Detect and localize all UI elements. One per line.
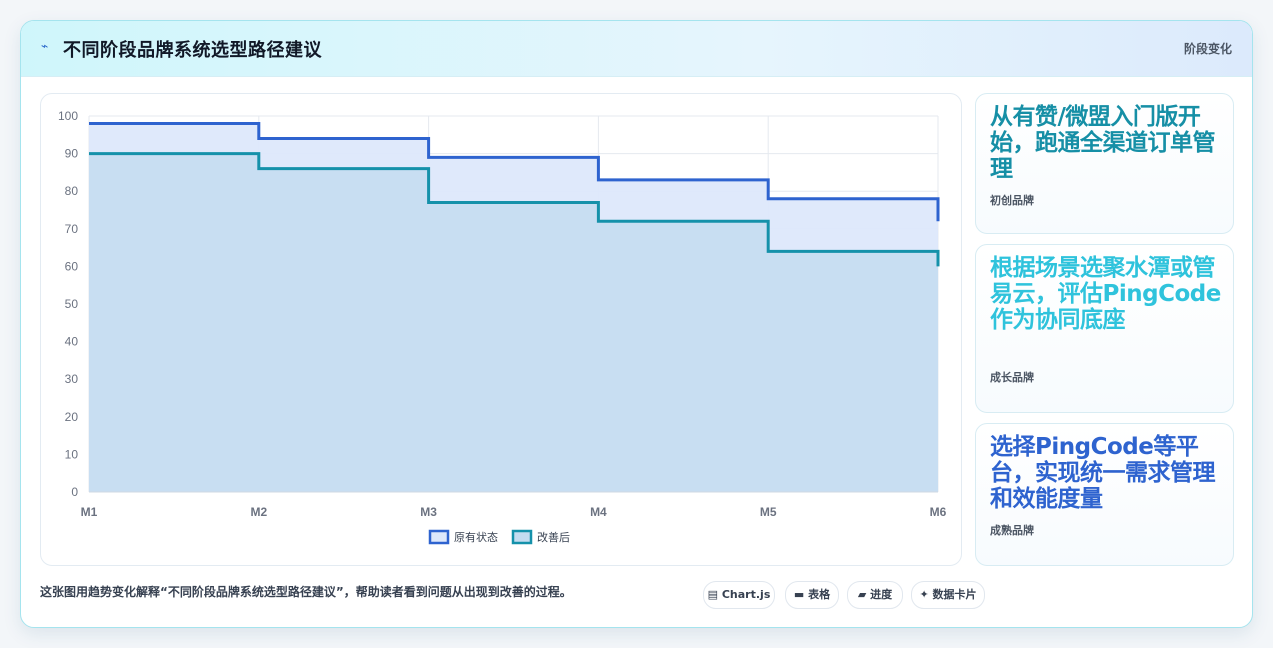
x-tick-label: M2 bbox=[250, 505, 267, 519]
pill-label: 进度 bbox=[870, 588, 893, 601]
pill-label: Chart.js bbox=[721, 588, 771, 601]
stage-card-mature: 选择PingCode等平台，实现统一需求管理和效能度量 成熟品牌 bbox=[975, 423, 1234, 566]
legend-label: 改善后 bbox=[537, 530, 570, 544]
y-tick-label: 10 bbox=[65, 447, 79, 461]
stage-card-startup: 从有赞/微盟入门版开始，跑通全渠道订单管理 初创品牌 bbox=[975, 93, 1234, 234]
progress-icon: ▰ bbox=[857, 588, 867, 601]
y-tick-label: 60 bbox=[65, 259, 79, 273]
step-line-chart: 0 10 20 30 40 50 60 70 80 90 100 M1 M2 M3 M4 M5 M6 原有状态 改善… bbox=[58, 109, 947, 545]
card-header: ⌁ 不同阶段品牌系统选型路径建议 阶段变化 bbox=[21, 21, 1252, 77]
chart-description: 这张图用趋势变化解释“不同阶段品牌系统选型路径建议”，帮助读者看到问题从出现到改… bbox=[40, 585, 572, 599]
pill-label: 数据卡片 bbox=[932, 588, 977, 601]
stage-card-title: 根据场景选聚水潭或管易云，评估PingCode作为协同底座 bbox=[990, 255, 1221, 333]
pill-data-card[interactable]: ✦ 数据卡片 bbox=[911, 581, 985, 609]
stage-card-subtitle: 成熟品牌 bbox=[990, 524, 1034, 537]
legend-swatch bbox=[428, 529, 450, 545]
x-tick-label: M6 bbox=[930, 505, 947, 519]
x-tick-label: M5 bbox=[760, 505, 777, 519]
y-tick-label: 30 bbox=[65, 372, 79, 386]
table-icon: ▬ bbox=[793, 588, 805, 601]
pill-progress[interactable]: ▰ 进度 bbox=[847, 581, 903, 609]
x-tick-label: M1 bbox=[81, 505, 98, 519]
y-tick-label: 100 bbox=[58, 109, 78, 123]
pill-label: 表格 bbox=[808, 588, 831, 601]
pill-chartjs[interactable]: ▤ Chart.js bbox=[703, 581, 775, 609]
stage-card-title: 选择PingCode等平台，实现统一需求管理和效能度量 bbox=[990, 434, 1216, 512]
x-tick-label: M4 bbox=[590, 505, 607, 519]
y-tick-label: 80 bbox=[65, 184, 79, 198]
main-card: ⌁ 不同阶段品牌系统选型路径建议 阶段变化 0 10 20 30 40 50 60 70 80 9… bbox=[20, 20, 1253, 628]
sparkle-icon: ✦ bbox=[919, 588, 929, 601]
y-tick-label: 90 bbox=[65, 147, 79, 161]
legend-label: 原有状态 bbox=[454, 530, 498, 544]
chart-icon: ▤ bbox=[707, 588, 719, 601]
y-tick-label: 0 bbox=[71, 485, 78, 499]
y-tick-label: 50 bbox=[65, 297, 79, 311]
stage-card-subtitle: 成长品牌 bbox=[990, 371, 1034, 384]
y-tick-label: 40 bbox=[65, 335, 79, 349]
x-tick-label: M3 bbox=[420, 505, 437, 519]
pill-table[interactable]: ▬ 表格 bbox=[785, 581, 839, 609]
stage-card-subtitle: 初创品牌 bbox=[990, 194, 1034, 207]
stage-card-title: 从有赞/微盟入门版开始，跑通全渠道订单管理 bbox=[990, 104, 1216, 182]
page-title: 不同阶段品牌系统选型路径建议 bbox=[63, 40, 322, 61]
spark-icon: ⌁ bbox=[41, 39, 49, 53]
header-tag: 阶段变化 bbox=[1183, 42, 1232, 56]
y-tick-label: 20 bbox=[65, 410, 79, 424]
legend-swatch bbox=[511, 529, 533, 545]
y-tick-label: 70 bbox=[65, 222, 79, 236]
chart-panel: 0 10 20 30 40 50 60 70 80 90 100 M1 M2 M3 M4 M5 M6 原有状态 改善… bbox=[40, 93, 962, 566]
stage-card-growth: 根据场景选聚水潭或管易云，评估PingCode作为协同底座 成长品牌 bbox=[975, 244, 1234, 413]
